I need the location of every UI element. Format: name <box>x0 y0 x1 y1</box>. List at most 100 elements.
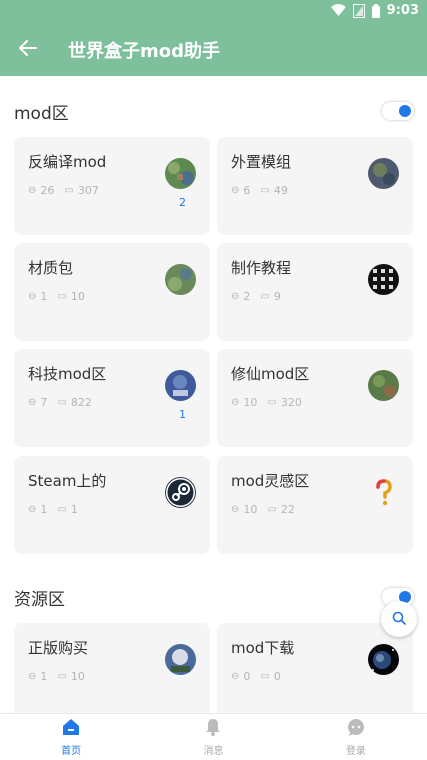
views-icon: ⊖ <box>28 504 37 515</box>
views-count: 7 <box>40 396 48 409</box>
views-count: 10 <box>243 503 258 516</box>
views-icon: ⊖ <box>231 291 240 302</box>
posts-count: 1 <box>70 503 78 516</box>
nav-label: 首页 <box>61 745 82 757</box>
search-icon <box>392 610 406 629</box>
views-count: 0 <box>243 670 251 683</box>
views-icon: ⊖ <box>28 671 37 682</box>
views-count: 1 <box>40 290 48 303</box>
forum-card-stats: ⊖ 26 ▭ 307 <box>28 184 99 197</box>
back-button[interactable] <box>0 24 56 76</box>
views-icon: ⊖ <box>28 397 37 408</box>
views-icon: ⊖ <box>231 504 240 515</box>
views-icon: ⊖ <box>231 671 240 682</box>
forum-card-stats: ⊖ 1 ▭ 1 <box>28 503 78 516</box>
forum-card[interactable]: 反编译mod ⊖ 26 ▭ 307 2 <box>14 137 210 235</box>
unread-badge: 2 <box>179 196 186 209</box>
forum-card-title: 材质包 <box>28 259 74 277</box>
posts-count: 9 <box>273 290 281 303</box>
posts-icon: ▭ <box>57 291 67 302</box>
app-title: 世界盒子mod助手 <box>68 41 221 62</box>
nav-label: 消息 <box>203 745 224 757</box>
forum-card-title: 正版购买 <box>28 639 89 657</box>
search-button[interactable] <box>381 601 417 637</box>
forum-card[interactable]: mod下载 ⊖ 0 ▭ 0 <box>217 623 413 713</box>
views-icon: ⊖ <box>28 291 37 302</box>
forum-card[interactable]: 材质包 ⊖ 1 ▭ 10 <box>14 243 210 341</box>
forum-card-title: 修仙mod区 <box>231 365 310 383</box>
forum-card[interactable]: 修仙mod区 ⊖ 10 ▭ 320 <box>217 349 413 447</box>
posts-count: 320 <box>280 396 302 409</box>
views-count: 1 <box>40 503 48 516</box>
posts-icon: ▭ <box>64 185 74 196</box>
section-toggle[interactable] <box>382 102 414 120</box>
forum-card-stats: ⊖ 2 ▭ 9 <box>231 290 281 303</box>
nav-home[interactable]: 首页 <box>0 714 142 760</box>
forum-thumbnail <box>368 158 399 189</box>
nav-label: 登录 <box>345 745 366 757</box>
forum-card-stats: ⊖ 1 ▭ 10 <box>28 290 85 303</box>
posts-count: 49 <box>273 184 288 197</box>
forum-thumbnail <box>368 644 399 675</box>
posts-icon: ▭ <box>260 671 270 682</box>
forum-card[interactable]: mod灵感区 ⊖ 10 ▭ 22 <box>217 456 413 554</box>
signal-icon <box>352 3 365 18</box>
forum-thumbnail <box>368 264 399 295</box>
forum-card-title: 外置模组 <box>231 153 292 171</box>
forum-thumbnail <box>165 644 196 675</box>
section-header-resources: 资源区 <box>14 582 414 612</box>
forum-thumbnail <box>368 370 399 401</box>
bell-icon <box>204 718 222 740</box>
section-header-mod: mod区 <box>14 96 414 126</box>
forum-card-title: 制作教程 <box>231 259 292 277</box>
section-title: mod区 <box>14 103 69 124</box>
forum-card-title: 科技mod区 <box>28 365 107 383</box>
nav-login[interactable]: 登录 <box>285 714 427 760</box>
posts-count: 10 <box>70 290 85 303</box>
bottom-navigation: 首页 消息 登录 <box>0 713 427 760</box>
posts-icon: ▭ <box>57 397 67 408</box>
forum-card-stats: ⊖ 10 ▭ 320 <box>231 396 302 409</box>
forum-card-title: Steam上的 <box>28 472 107 490</box>
section-title: 资源区 <box>14 589 65 610</box>
forum-list[interactable]: mod区 反编译mod ⊖ 26 ▭ 307 2 外置模组 ⊖ 6 ▭ 49 材质包 ⊖… <box>0 76 427 713</box>
posts-count: 0 <box>273 670 281 683</box>
posts-icon: ▭ <box>260 291 270 302</box>
posts-count: 307 <box>77 184 99 197</box>
forum-thumbnail <box>165 264 196 295</box>
app-bar: 世界盒子mod助手 <box>0 24 427 76</box>
forum-card[interactable]: 外置模组 ⊖ 6 ▭ 49 <box>217 137 413 235</box>
views-icon: ⊖ <box>231 397 240 408</box>
forum-card-stats: ⊖ 7 ▭ 822 <box>28 396 92 409</box>
steam-logo-icon <box>165 477 196 508</box>
views-icon: ⊖ <box>231 185 240 196</box>
home-icon <box>62 718 80 740</box>
forum-card[interactable]: 科技mod区 ⊖ 7 ▭ 822 1 <box>14 349 210 447</box>
forum-card[interactable]: Steam上的 ⊖ 1 ▭ 1 <box>14 456 210 554</box>
forum-card[interactable]: 制作教程 ⊖ 2 ▭ 9 <box>217 243 413 341</box>
forum-card-stats: ⊖ 10 ▭ 22 <box>231 503 295 516</box>
posts-icon: ▭ <box>57 504 67 515</box>
views-count: 2 <box>243 290 251 303</box>
posts-count: 22 <box>280 503 295 516</box>
battery-icon <box>371 3 380 18</box>
arrow-left-icon <box>19 40 37 60</box>
forum-card[interactable]: 正版购买 ⊖ 1 ▭ 10 <box>14 623 210 713</box>
question-icon <box>368 477 399 508</box>
views-count: 6 <box>243 184 251 197</box>
forum-thumbnail <box>165 370 196 401</box>
forum-card-stats: ⊖ 1 ▭ 10 <box>28 670 85 683</box>
views-count: 26 <box>40 184 55 197</box>
status-time: 9:03 <box>386 3 419 18</box>
forum-card-title: 反编译mod <box>28 153 107 171</box>
posts-icon: ▭ <box>260 185 270 196</box>
views-icon: ⊖ <box>28 185 37 196</box>
posts-count: 822 <box>70 396 92 409</box>
forum-card-title: mod灵感区 <box>231 472 310 490</box>
unread-badge: 1 <box>179 408 186 421</box>
status-bar: 9:03 <box>0 0 427 24</box>
forum-card-stats: ⊖ 6 ▭ 49 <box>231 184 288 197</box>
forum-card-title: mod下载 <box>231 639 295 657</box>
nav-messages[interactable]: 消息 <box>142 714 284 760</box>
wifi-icon <box>330 4 346 17</box>
